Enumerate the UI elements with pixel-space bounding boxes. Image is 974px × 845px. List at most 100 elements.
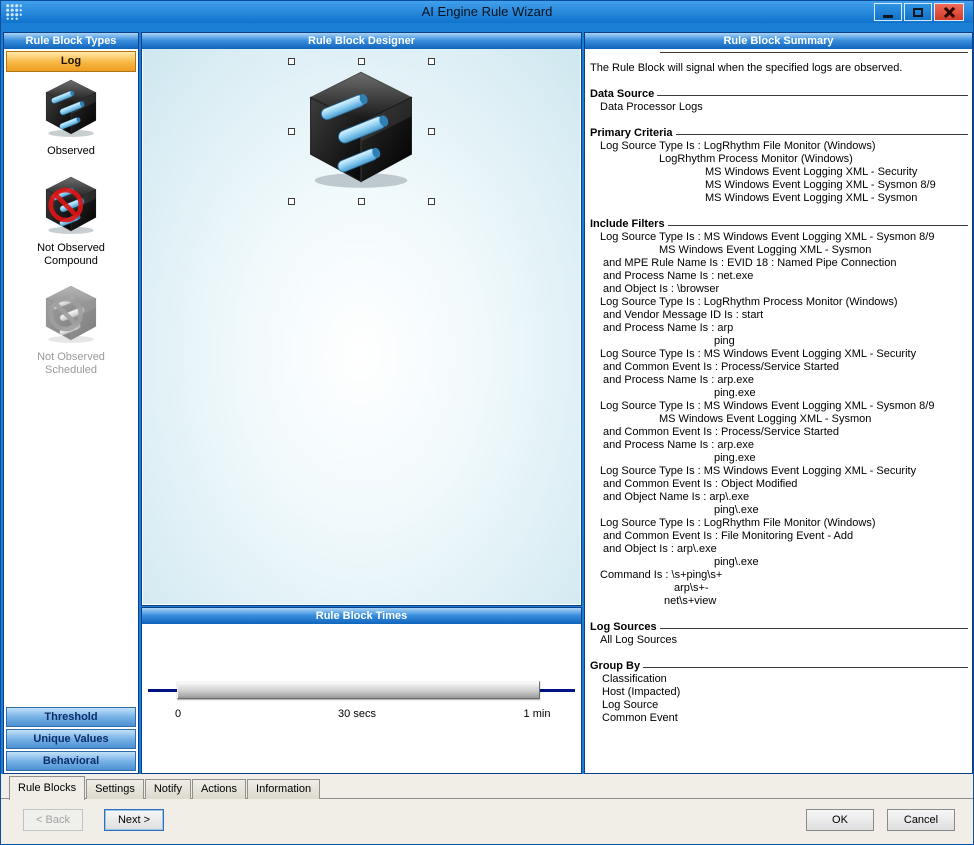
rule-block-designer-header: Rule Block Designer <box>142 33 581 49</box>
rule-block-type-label: Observed <box>19 145 123 158</box>
tick-label-0: 0 <box>175 708 181 720</box>
time-slider-bar[interactable] <box>177 681 540 699</box>
summary-line: All Log Sources <box>590 634 968 647</box>
summary-line: Log Source Type Is : MS Windows Event Lo… <box>590 465 968 478</box>
close-button[interactable] <box>934 3 964 21</box>
selection-handle[interactable] <box>288 58 295 65</box>
tick-label-1min: 1 min <box>524 708 551 720</box>
not-observed-compound-cube-icon <box>36 174 106 236</box>
cancel-button[interactable]: Cancel <box>887 809 955 831</box>
summary-line: and MPE Rule Name Is : EVID 18 : Named P… <box>590 257 968 270</box>
summary-section-title: Log Sources <box>590 621 968 634</box>
ok-button[interactable]: OK <box>806 809 874 831</box>
summary-line: Log Source Type Is : MS Windows Event Lo… <box>590 348 968 361</box>
summary-line: and Object Is : arp\.exe <box>590 543 968 556</box>
summary-line: Data Processor Logs <box>590 101 968 114</box>
section-rule-line <box>676 134 968 135</box>
summary-line: arp\s+- <box>590 582 968 595</box>
summary-line: Classification <box>590 673 968 686</box>
behavioral-category-button[interactable]: Behavioral <box>6 751 136 771</box>
summary-section-title: Data Source <box>590 88 968 101</box>
title-bar: AI Engine Rule Wizard <box>1 1 973 23</box>
summary-line: and Process Name Is : arp <box>590 322 968 335</box>
rule-block-summary-panel: Rule Block Summary The Rule Block will s… <box>584 32 973 774</box>
rule-block-summary-header: Rule Block Summary <box>585 33 972 49</box>
summary-line: Log Source Type Is : LogRhythm File Moni… <box>590 517 968 530</box>
summary-line: MS Windows Event Logging XML - Sysmon <box>590 244 968 257</box>
summary-line: ping.exe <box>590 452 968 465</box>
back-button[interactable]: < Back <box>23 809 83 831</box>
summary-line: LogRhythm Process Monitor (Windows) <box>590 153 968 166</box>
minimize-button[interactable] <box>874 3 902 21</box>
section-rule-line <box>657 95 968 96</box>
tab-rule-blocks[interactable]: Rule Blocks <box>9 776 85 800</box>
next-button[interactable]: Next > <box>104 809 164 831</box>
selection-handle[interactable] <box>428 128 435 135</box>
maximize-button[interactable] <box>904 3 932 21</box>
rule-block-type-not-observed-compound[interactable]: Not Observed Compound <box>4 174 138 268</box>
selection-handle[interactable] <box>358 198 365 205</box>
rule-block-designer-panel: Rule Block Designer <box>141 32 582 606</box>
summary-line: Log Source Type Is : LogRhythm File Moni… <box>590 140 968 153</box>
tab-information[interactable]: Information <box>247 779 320 799</box>
tab-strip: Rule Blocks Settings Notify Actions Info… <box>9 775 321 800</box>
rule-block-cube-icon[interactable] <box>298 63 424 195</box>
summary-line: and Process Name Is : arp.exe <box>590 374 968 387</box>
section-rule-line <box>668 225 968 226</box>
summary-sections: Data SourceData Processor Logs Primary Cr… <box>590 88 968 725</box>
selection-handle[interactable] <box>288 198 295 205</box>
time-slider-area: 0 30 secs 1 min <box>143 624 580 772</box>
tab-notify[interactable]: Notify <box>145 779 191 799</box>
footer: Rule Blocks Settings Notify Actions Info… <box>1 774 973 844</box>
summary-section-title: Primary Criteria <box>590 127 968 140</box>
summary-line: and Object Is : \browser <box>590 283 968 296</box>
rule-block-types-panel: Rule Block Types Log Observed Not Observ… <box>3 32 139 774</box>
summary-line: Log Source Type Is : MS Windows Event Lo… <box>590 231 968 244</box>
summary-line: and Common Event Is : Object Modified <box>590 478 968 491</box>
rule-block-times-header: Rule Block Times <box>142 608 581 624</box>
category-buttons: Threshold Unique Values Behavioral <box>6 705 136 771</box>
summary-line: Log Source Type Is : MS Windows Event Lo… <box>590 400 968 413</box>
summary-line: and Vendor Message ID Is : start <box>590 309 968 322</box>
tick-label-30secs: 30 secs <box>338 708 376 720</box>
summary-line: MS Windows Event Logging XML - Security <box>590 166 968 179</box>
summary-section: Log SourcesAll Log Sources <box>590 621 968 647</box>
summary-section: Include FiltersLog Source Type Is : MS W… <box>590 218 968 608</box>
selection-handle[interactable] <box>428 58 435 65</box>
summary-line: Common Event <box>590 712 968 725</box>
selection-handle[interactable] <box>288 128 295 135</box>
rule-block-type-label: Not Observed Scheduled <box>19 351 123 377</box>
summary-line: and Process Name Is : net.exe <box>590 270 968 283</box>
summary-line: Log Source Type Is : LogRhythm Process M… <box>590 296 968 309</box>
window-title: AI Engine Rule Wizard <box>1 4 973 19</box>
selection-handle[interactable] <box>358 58 365 65</box>
log-category-button[interactable]: Log <box>6 51 136 72</box>
rule-block-type-not-observed-scheduled[interactable]: Not Observed Scheduled <box>4 283 138 377</box>
summary-line: Command Is : \s+ping\s+ <box>590 569 968 582</box>
threshold-category-button[interactable]: Threshold <box>6 707 136 727</box>
summary-section: Primary CriteriaLog Source Type Is : Log… <box>590 127 968 205</box>
observed-cube-icon <box>36 77 106 139</box>
rule-block-type-label: Not Observed Compound <box>19 242 123 268</box>
tab-actions[interactable]: Actions <box>192 779 246 799</box>
minimize-icon <box>883 15 893 18</box>
selected-rule-block[interactable] <box>291 61 431 201</box>
summary-line: and Object Name Is : arp\.exe <box>590 491 968 504</box>
summary-line: Host (Impacted) <box>590 686 968 699</box>
summary-section-title: Include Filters <box>590 218 968 231</box>
not-observed-scheduled-cube-icon <box>36 283 106 345</box>
unique-values-category-button[interactable]: Unique Values <box>6 729 136 749</box>
summary-top-rule-line <box>660 52 968 53</box>
summary-line: and Process Name Is : arp.exe <box>590 439 968 452</box>
summary-body: The Rule Block will signal when the spec… <box>586 49 971 772</box>
rule-block-type-observed[interactable]: Observed <box>4 77 138 158</box>
designer-canvas[interactable] <box>143 49 580 604</box>
tab-settings[interactable]: Settings <box>86 779 144 799</box>
maximize-icon <box>913 8 923 17</box>
summary-line: ping.exe <box>590 387 968 400</box>
summary-line: and Common Event Is : Process/Service St… <box>590 361 968 374</box>
section-rule-line <box>660 628 968 629</box>
summary-line: ping\.exe <box>590 504 968 517</box>
selection-handle[interactable] <box>428 198 435 205</box>
summary-line: net\s+view <box>590 595 968 608</box>
